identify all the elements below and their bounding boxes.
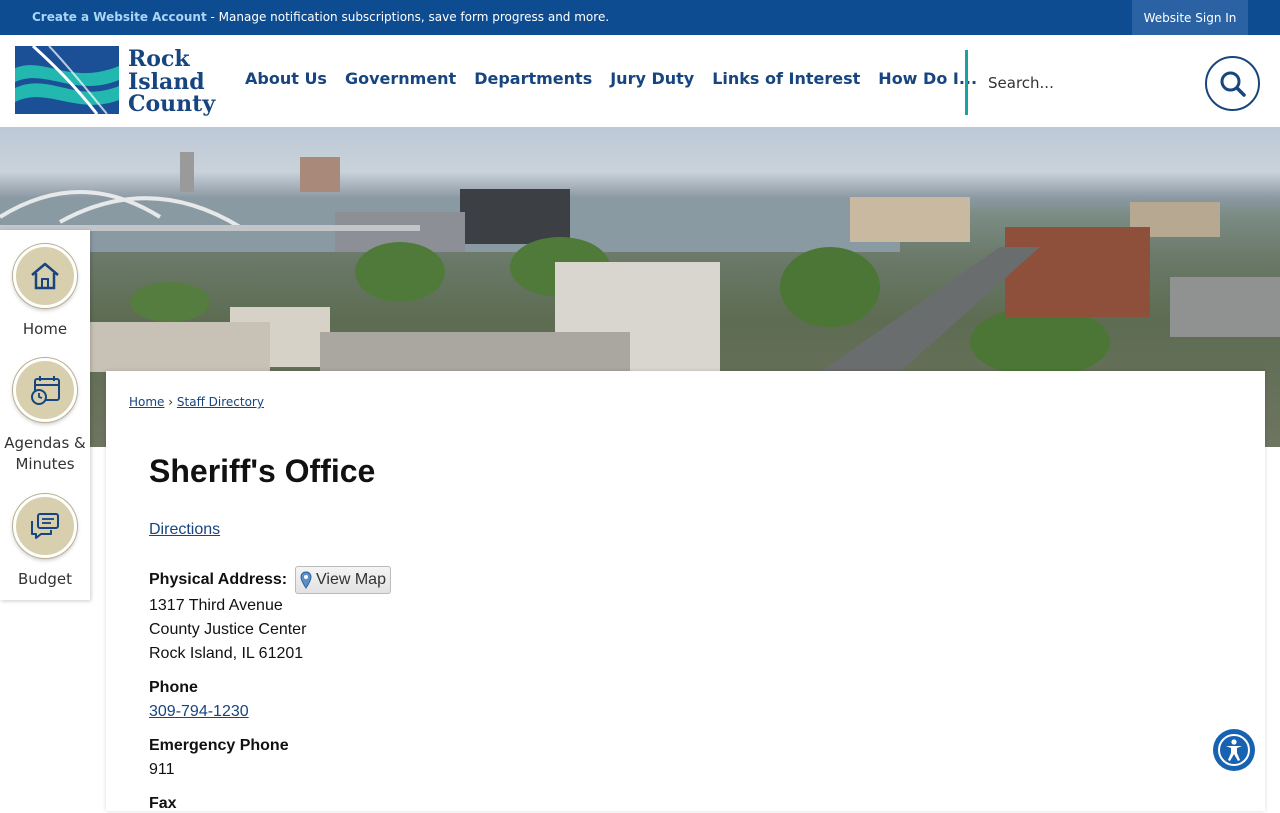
nav-jury-duty[interactable]: Jury Duty (601, 69, 703, 88)
phone-link[interactable]: 309-794-1230 (149, 703, 249, 721)
chat-bubbles-icon (31, 513, 59, 539)
home-icon (31, 262, 59, 290)
website-sign-in-button[interactable]: Website Sign In (1132, 0, 1248, 35)
calendar-clock-icon (31, 376, 60, 405)
budget-icon-circle (13, 494, 77, 558)
logo-mark-icon (15, 46, 119, 114)
page-title: Sheriff's Office (149, 453, 376, 489)
view-map-button[interactable]: View Map (295, 566, 391, 594)
nav-government[interactable]: Government (336, 69, 465, 88)
directions-link[interactable]: Directions (149, 521, 220, 539)
nav-how-do-i[interactable]: How Do I... (869, 69, 986, 88)
accessibility-icon (1218, 734, 1250, 766)
emergency-phone-value: 911 (149, 761, 175, 778)
view-map-label: View Map (316, 571, 386, 588)
phone-label: Phone (149, 679, 198, 696)
breadcrumb: Home › Staff Directory (129, 395, 264, 409)
account-notice: Create a Website Account - Manage notifi… (32, 10, 609, 24)
quick-link-home[interactable]: Home (0, 244, 90, 338)
nav-links-of-interest[interactable]: Links of Interest (703, 69, 869, 88)
search-divider (965, 50, 968, 115)
account-notice-text: - Manage notification subscriptions, sav… (206, 10, 610, 24)
search-input[interactable] (978, 65, 1193, 101)
map-pin-icon (300, 571, 312, 589)
logo-line-3: County (128, 91, 216, 117)
quick-link-budget-label: Budget (18, 570, 72, 588)
site-header: Rock Island County About Us Government D… (0, 35, 1280, 127)
create-account-link[interactable]: Create a Website Account (32, 10, 207, 24)
address-line-1: 1317 Third Avenue (149, 597, 283, 614)
home-icon-circle (13, 244, 77, 308)
breadcrumb-separator: › (168, 395, 174, 409)
address-line-2: County Justice Center (149, 621, 307, 638)
content-card: Home › Staff Directory Sheriff's Office … (106, 371, 1265, 812)
logo-line-2: Island (128, 68, 205, 95)
physical-address-label: Physical Address: (149, 571, 288, 588)
quick-link-budget[interactable]: Budget (0, 494, 90, 588)
search-icon (1220, 71, 1246, 97)
breadcrumb-staff-directory[interactable]: Staff Directory (177, 395, 264, 409)
quick-link-agendas-label-2: Minutes (15, 455, 75, 473)
accessibility-button[interactable] (1213, 729, 1255, 771)
logo-wordmark: Rock Island County (128, 48, 215, 116)
quick-link-agendas-minutes[interactable]: Agendas & Minutes (0, 358, 90, 473)
emergency-phone-label: Emergency Phone (149, 737, 289, 754)
address-line-3: Rock Island, IL 61201 (149, 645, 304, 662)
fax-label: Fax (149, 795, 177, 812)
quick-link-agendas-label-1: Agendas & (4, 434, 86, 452)
quick-link-home-label: Home (22, 320, 68, 338)
calendar-icon-circle (13, 358, 77, 422)
quick-links-panel: Home Agendas & Minutes Budget (0, 230, 90, 600)
search-button[interactable] (1205, 56, 1260, 111)
nav-about-us[interactable]: About Us (236, 69, 336, 88)
breadcrumb-home[interactable]: Home (129, 395, 164, 409)
logo-line-1: Rock (128, 46, 190, 72)
main-nav: About Us Government Departments Jury Dut… (236, 69, 986, 88)
county-logo[interactable]: Rock Island County (15, 46, 227, 118)
utility-bar: Create a Website Account - Manage notifi… (0, 0, 1280, 35)
nav-departments[interactable]: Departments (465, 69, 601, 88)
